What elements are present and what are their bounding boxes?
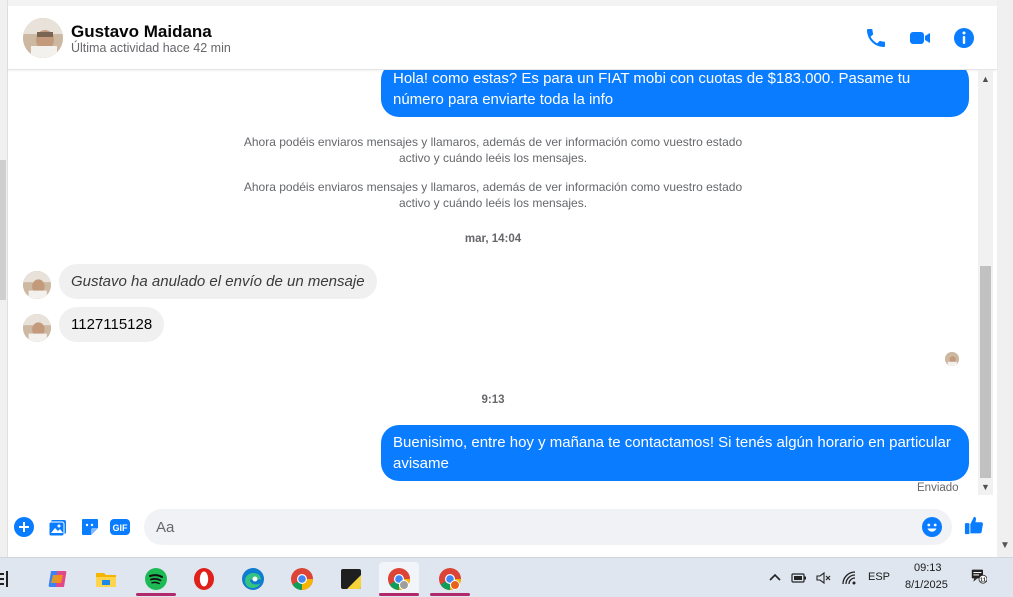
thumbs-up-icon[interactable]	[964, 515, 986, 537]
emoji-icon[interactable]	[922, 517, 942, 537]
file-explorer-icon[interactable]	[86, 562, 126, 596]
scroll-down-arrow[interactable]: ▼	[981, 482, 990, 492]
message-input[interactable]	[156, 517, 896, 537]
contact-avatar-small[interactable]	[23, 271, 51, 299]
sent-status: Enviado	[917, 482, 959, 494]
timestamp-separator: 9:13	[481, 394, 505, 406]
contact-last-active: Última actividad hace 42 min	[71, 41, 231, 55]
notifications-icon[interactable]: 11	[971, 568, 991, 588]
page-scrollbar[interactable]: ▼	[997, 0, 1013, 557]
chrome-profile-1-icon[interactable]	[379, 562, 419, 596]
outgoing-message[interactable]: Buenisimo, entre hoy y mañana te contact…	[381, 425, 969, 481]
speaker-muted-icon[interactable]	[815, 570, 831, 586]
scroll-thumb[interactable]	[980, 266, 991, 478]
incoming-message[interactable]: 1127115128	[59, 307, 165, 342]
app-running-indicator	[379, 593, 419, 596]
phone-icon[interactable]	[864, 26, 888, 50]
read-receipt-avatar	[945, 352, 959, 366]
video-camera-icon[interactable]	[908, 26, 932, 50]
thread-scrollbar[interactable]: ▲ ▼	[978, 70, 993, 495]
task-view-icon[interactable]	[0, 562, 18, 596]
system-notice: Ahora podéis enviaros mensajes y llamaro…	[243, 135, 743, 165]
language-indicator[interactable]: ESP	[868, 571, 890, 583]
chrome-icon[interactable]	[282, 562, 322, 596]
edge-icon[interactable]	[233, 562, 273, 596]
gif-icon[interactable]: GIF	[110, 517, 130, 537]
notification-count: 11	[980, 578, 986, 584]
system-notice: Ahora podéis enviaros mensajes y llamaro…	[243, 180, 743, 210]
contact-avatar[interactable]	[23, 18, 63, 58]
windows-taskbar: ESP 09:13 8/1/2025 11	[0, 557, 1013, 597]
message-composer: GIF	[8, 500, 997, 552]
left-panel-edge	[0, 0, 8, 557]
info-icon[interactable]	[952, 26, 976, 50]
incoming-message-unsent[interactable]: Gustavo ha anulado el envío de un mensaj…	[59, 264, 377, 299]
spotify-icon[interactable]	[136, 562, 176, 596]
sticky-notes-icon[interactable]	[331, 562, 371, 596]
message-input-box[interactable]	[144, 509, 952, 545]
timestamp-separator: mar, 14:04	[464, 233, 522, 245]
plus-icon[interactable]	[14, 517, 34, 537]
contact-avatar-small[interactable]	[23, 314, 51, 342]
clock-time[interactable]: 09:13	[914, 562, 942, 574]
wifi-icon[interactable]	[841, 570, 857, 586]
copilot-icon[interactable]	[38, 562, 78, 596]
outgoing-message[interactable]: Hola! como estas? Es para un FIAT mobi c…	[381, 70, 969, 117]
app-running-indicator	[136, 593, 176, 596]
chrome-profile-2-icon[interactable]	[430, 562, 470, 596]
message-thread[interactable]: Hola! como estas? Es para un FIAT mobi c…	[8, 70, 978, 500]
image-icon[interactable]	[48, 517, 68, 537]
clock-date[interactable]: 8/1/2025	[905, 579, 948, 591]
contact-name[interactable]: Gustavo Maidana	[71, 22, 212, 42]
chat-header: Gustavo Maidana Última actividad hace 42…	[8, 6, 997, 70]
scroll-up-arrow[interactable]: ▲	[981, 74, 990, 84]
battery-icon[interactable]	[791, 570, 807, 586]
left-panel-scroll-thumb[interactable]	[0, 160, 6, 300]
chevron-up-icon[interactable]	[767, 570, 783, 586]
app-running-indicator	[430, 593, 470, 596]
page-scroll-down-arrow[interactable]: ▼	[1000, 540, 1010, 551]
opera-icon[interactable]	[184, 562, 224, 596]
gif-label: GIF	[113, 523, 129, 533]
sticker-icon[interactable]	[80, 517, 100, 537]
